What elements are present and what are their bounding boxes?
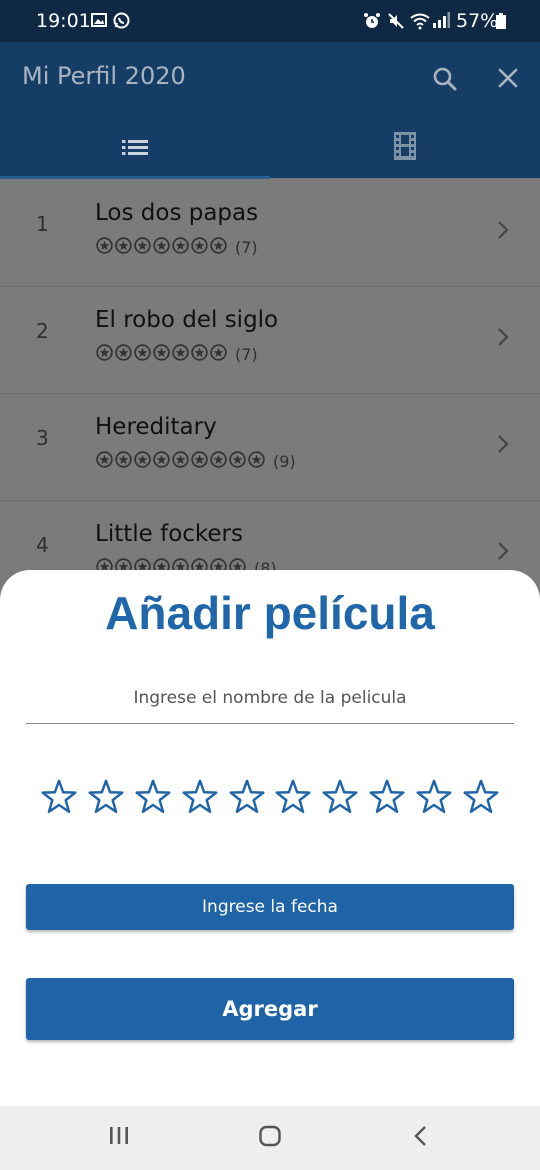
rating-star-2[interactable] bbox=[87, 778, 125, 816]
movie-rating: (7) bbox=[96, 343, 258, 364]
alarm-icon bbox=[363, 12, 381, 34]
app-bar: Mi Perfil 2020 bbox=[0, 42, 540, 179]
movie-title: Hereditary bbox=[95, 414, 217, 440]
chevron-right-icon bbox=[497, 434, 509, 458]
gallery-icon bbox=[91, 12, 107, 32]
movie-rating-count: (7) bbox=[235, 237, 258, 257]
add-button[interactable]: Agregar bbox=[26, 978, 514, 1040]
star-icon bbox=[210, 450, 227, 468]
star-icon bbox=[96, 343, 113, 361]
movie-rating-count: (7) bbox=[235, 344, 258, 364]
rating-star-6[interactable] bbox=[274, 778, 312, 816]
star-icon bbox=[115, 450, 132, 468]
system-nav-bar bbox=[0, 1106, 540, 1170]
rating-star-9[interactable] bbox=[415, 778, 453, 816]
star-icon bbox=[96, 450, 113, 468]
rating-star-3[interactable] bbox=[134, 778, 172, 816]
movie-list: 1 Los dos papas (7) 2 El robo del siglo … bbox=[0, 180, 540, 608]
star-icon bbox=[115, 343, 132, 361]
rating-star-4[interactable] bbox=[181, 778, 219, 816]
tab-films[interactable] bbox=[270, 122, 540, 178]
movie-rank: 2 bbox=[36, 319, 49, 343]
close-icon[interactable] bbox=[497, 67, 519, 93]
movie-title: Little fockers bbox=[95, 521, 243, 547]
star-icon bbox=[153, 450, 170, 468]
star-icon bbox=[134, 343, 151, 361]
list-icon bbox=[122, 138, 148, 160]
movie-title: El robo del siglo bbox=[95, 307, 279, 333]
sheet-title: Añadir película bbox=[105, 587, 435, 639]
app-title: Mi Perfil 2020 bbox=[22, 62, 186, 90]
star-icon bbox=[191, 236, 208, 254]
wifi-icon bbox=[410, 12, 430, 34]
chevron-right-icon bbox=[497, 327, 509, 351]
star-icon bbox=[210, 343, 227, 361]
rating-star-8[interactable] bbox=[368, 778, 406, 816]
star-icon bbox=[96, 236, 113, 254]
movie-name-input[interactable] bbox=[26, 672, 514, 724]
movie-rank: 1 bbox=[36, 212, 49, 236]
status-time: 19:01 bbox=[36, 10, 91, 32]
star-icon bbox=[210, 236, 227, 254]
star-icon bbox=[134, 236, 151, 254]
star-icon bbox=[115, 236, 132, 254]
movie-rank: 4 bbox=[36, 533, 49, 557]
date-button[interactable]: Ingrese la fecha bbox=[26, 884, 514, 930]
tab-selected-indicator bbox=[0, 176, 270, 179]
rating-star-7[interactable] bbox=[321, 778, 359, 816]
tab-list[interactable] bbox=[0, 122, 270, 178]
battery-icon bbox=[496, 13, 506, 33]
rating-star-10[interactable] bbox=[462, 778, 500, 816]
movie-rating: (7) bbox=[96, 236, 258, 257]
star-icon bbox=[229, 450, 246, 468]
home-icon[interactable] bbox=[258, 1124, 282, 1152]
star-icon bbox=[191, 343, 208, 361]
chevron-right-icon bbox=[497, 220, 509, 244]
list-item[interactable]: 1 Los dos papas (7) bbox=[0, 180, 540, 287]
list-item[interactable]: 2 El robo del siglo (7) bbox=[0, 287, 540, 394]
list-item[interactable]: 3 Hereditary (9) bbox=[0, 394, 540, 501]
star-icon bbox=[153, 236, 170, 254]
status-bar: 19:01 57% bbox=[0, 0, 540, 42]
star-icon bbox=[172, 450, 189, 468]
star-rating-input bbox=[40, 778, 500, 822]
whatsapp-icon bbox=[113, 12, 130, 33]
star-icon bbox=[191, 450, 208, 468]
signal-icon bbox=[432, 12, 450, 32]
movie-rank: 3 bbox=[36, 426, 49, 450]
back-icon[interactable] bbox=[412, 1124, 430, 1152]
rating-star-5[interactable] bbox=[228, 778, 266, 816]
star-icon bbox=[248, 450, 265, 468]
mute-icon bbox=[387, 12, 405, 34]
add-movie-sheet: Añadir película Ingrese la fecha Agregar bbox=[0, 570, 540, 1106]
rating-star-1[interactable] bbox=[40, 778, 78, 816]
film-icon bbox=[394, 132, 416, 164]
battery-percent: 57% bbox=[456, 10, 499, 32]
search-icon[interactable] bbox=[432, 66, 458, 96]
star-icon bbox=[172, 343, 189, 361]
movie-rating-count: (9) bbox=[273, 451, 296, 471]
recents-icon[interactable] bbox=[108, 1124, 130, 1150]
movie-rating: (9) bbox=[96, 450, 296, 471]
star-icon bbox=[134, 450, 151, 468]
star-icon bbox=[153, 343, 170, 361]
star-icon bbox=[172, 236, 189, 254]
movie-title: Los dos papas bbox=[95, 200, 259, 226]
chevron-right-icon bbox=[497, 541, 509, 565]
